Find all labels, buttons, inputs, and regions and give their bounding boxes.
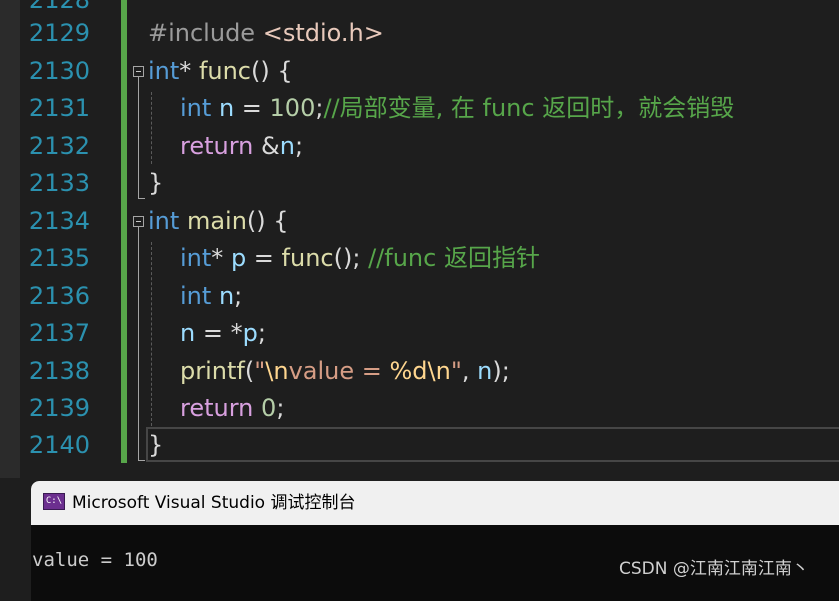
header-name: <stdio.h>	[262, 19, 384, 47]
console-title: Microsoft Visual Studio 调试控制台	[72, 493, 356, 513]
variable-token: n	[218, 94, 235, 122]
punctuation-token: ;	[294, 132, 304, 160]
comment-token: //func 返回指针	[368, 244, 540, 272]
preprocessor-directive: #include	[148, 19, 263, 47]
punctuation-token: =	[246, 244, 282, 272]
punctuation-token: }	[148, 169, 164, 197]
variable-token: n	[180, 319, 196, 347]
escape-token: \n	[265, 357, 289, 385]
line-number: 2136	[28, 282, 90, 310]
line-number: 2140	[28, 431, 90, 459]
punctuation-token: );	[492, 357, 510, 385]
keyword-token: int	[180, 244, 212, 272]
function-token: printf	[180, 357, 245, 385]
keyword-token: int	[148, 207, 180, 235]
variable-token: n	[279, 132, 295, 160]
punctuation-token: }	[148, 431, 164, 459]
punctuation-token: () {	[251, 57, 293, 85]
number-token: 0	[261, 394, 277, 422]
punctuation-token: ;	[257, 319, 266, 347]
fold-outline-end	[138, 198, 145, 199]
punctuation-token: () {	[246, 207, 289, 235]
debug-console-window[interactable]: C:\ Microsoft Visual Studio 调试控制台 value …	[31, 481, 839, 601]
console-title-bar[interactable]: C:\ Microsoft Visual Studio 调试控制台	[31, 481, 839, 525]
code-text: int main() {	[148, 203, 289, 240]
code-text: #include <stdio.h>	[148, 15, 384, 52]
keyword-token: int	[180, 94, 212, 122]
punctuation-token: =	[234, 94, 270, 122]
line-number: 2135	[28, 244, 90, 272]
line-number: 2129	[28, 19, 90, 47]
line-number: 2133	[28, 169, 90, 197]
code-text: printf("\nvalue = %d\n", n);	[180, 353, 510, 390]
code-text: int n;	[180, 278, 242, 315]
change-tracking-bar	[121, 0, 127, 463]
comment-token: //局部变量, 在 func 返回时，就会销毁	[323, 94, 735, 122]
code-text: n = *p;	[180, 315, 266, 352]
escape-token: \n	[427, 357, 451, 385]
punctuation-token: ;	[276, 394, 285, 422]
punctuation-token: *	[179, 57, 199, 85]
function-token: func	[198, 57, 252, 85]
line-number: 2137	[28, 319, 90, 347]
code-text: int* func() {	[148, 53, 293, 90]
code-text: }	[148, 427, 163, 464]
code-text: }	[148, 165, 163, 202]
code-text: int n = 100;//局部变量, 在 func 返回时，就会销毁	[180, 90, 734, 127]
variable-token: n	[477, 357, 493, 385]
punctuation-token: &	[253, 132, 280, 160]
code-text: return 0;	[180, 390, 284, 427]
code-editor[interactable]: 2128 2129 #include <stdio.h> 2130 int* f…	[0, 0, 839, 478]
keyword-token: int	[148, 57, 180, 85]
punctuation-token: = *	[195, 319, 243, 347]
control-keyword-token: return	[180, 394, 254, 422]
string-token: "	[254, 357, 266, 385]
line-number: 2131	[28, 94, 90, 122]
line-number: 2132	[28, 132, 90, 160]
code-text: return &n;	[180, 128, 303, 165]
number-token: 100	[269, 94, 316, 122]
collapse-main-icon[interactable]	[133, 216, 144, 227]
console-output: value = 100	[32, 549, 158, 571]
variable-token: n	[218, 282, 235, 310]
keyword-token: int	[180, 282, 212, 310]
punctuation-token: ;	[234, 282, 243, 310]
control-keyword-token: return	[180, 132, 254, 160]
fold-outline-line	[138, 227, 139, 460]
collapse-func-icon[interactable]	[133, 66, 144, 77]
format-specifier-token: %d	[389, 357, 428, 385]
line-number: 2134	[28, 207, 90, 235]
line-number: 2138	[28, 357, 90, 385]
function-token: main	[186, 207, 247, 235]
string-token: "	[450, 357, 462, 385]
fold-outline-end	[138, 460, 145, 461]
watermark: CSDN @江南江南江南丶	[619, 559, 809, 579]
line-number: 2139	[28, 394, 90, 422]
string-token: value =	[288, 357, 390, 385]
punctuation-token: ,	[461, 357, 478, 385]
indent-guide	[151, 242, 152, 426]
fold-outline-line	[138, 77, 139, 198]
line-number: 2130	[28, 57, 90, 85]
punctuation-token: ();	[333, 244, 369, 272]
indent-guide	[151, 92, 152, 164]
punctuation-token: *	[211, 244, 231, 272]
code-text: int* p = func(); //func 返回指针	[180, 240, 540, 277]
variable-token: p	[242, 319, 258, 347]
console-app-icon: C:\	[43, 493, 65, 510]
variable-token: p	[230, 244, 247, 272]
function-token: func	[281, 244, 334, 272]
punctuation-token: (	[244, 357, 255, 385]
